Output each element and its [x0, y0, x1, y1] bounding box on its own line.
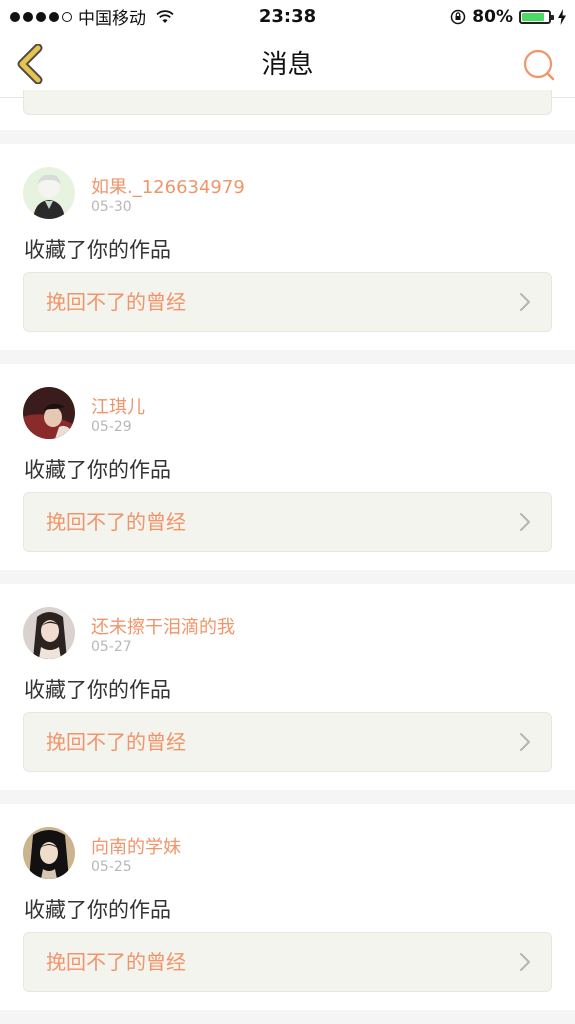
search-button[interactable]: [521, 47, 557, 83]
work-reference[interactable]: 挽回不了的曾经: [23, 932, 552, 992]
message-action: 收藏了你的作品: [24, 678, 171, 702]
chevron-right-icon: [520, 293, 530, 311]
previous-message-remnant: [0, 90, 575, 130]
avatar[interactable]: [23, 387, 75, 439]
battery-percent: 80%: [472, 6, 513, 27]
username[interactable]: 如果._126634979: [91, 173, 245, 199]
message-date: 05-29: [91, 419, 132, 435]
battery-icon: [519, 9, 554, 24]
card-separator: [0, 1010, 575, 1024]
chevron-right-icon: [520, 733, 530, 751]
message-action: 收藏了你的作品: [24, 898, 171, 922]
work-title: 挽回不了的曾经: [46, 290, 186, 314]
message-action: 收藏了你的作品: [24, 238, 171, 262]
work-reference[interactable]: 挽回不了的曾经: [23, 492, 552, 552]
charging-icon: [558, 8, 566, 25]
username[interactable]: 向南的学妹: [91, 833, 181, 859]
chevron-right-icon: [520, 513, 530, 531]
work-reference[interactable]: 挽回不了的曾经: [23, 712, 552, 772]
nav-bar: 消息: [0, 33, 575, 98]
message-date: 05-25: [91, 859, 132, 875]
work-reference-remnant[interactable]: [23, 90, 552, 115]
rotation-lock-icon: [451, 9, 466, 24]
avatar[interactable]: [23, 607, 75, 659]
chevron-right-icon: [520, 953, 530, 971]
work-title: 挽回不了的曾经: [46, 950, 186, 974]
card-separator: [0, 790, 575, 804]
avatar[interactable]: [23, 827, 75, 879]
battery-fill: [522, 12, 545, 21]
username[interactable]: 江琪儿: [91, 393, 145, 419]
avatar[interactable]: [23, 167, 75, 219]
status-right: 80%: [450, 0, 567, 33]
card-separator: [0, 130, 575, 144]
username[interactable]: 还未擦干泪滴的我: [91, 613, 235, 639]
screen: 中国移动 23:38 80% 消息 如果._126634979 05-30 收藏…: [0, 0, 575, 1024]
message-item: 向南的学妹 05-25 收藏了你的作品 挽回不了的曾经: [0, 804, 575, 1010]
message-list: 如果._126634979 05-30 收藏了你的作品 挽回不了的曾经 江琪儿 …: [0, 90, 575, 1024]
message-item: 还未擦干泪滴的我 05-27 收藏了你的作品 挽回不了的曾经: [0, 584, 575, 790]
card-separator: [0, 570, 575, 584]
work-title: 挽回不了的曾经: [46, 510, 186, 534]
page-title: 消息: [261, 50, 314, 80]
message-date: 05-27: [91, 639, 132, 655]
status-bar: 中国移动 23:38 80%: [0, 0, 575, 33]
message-item: 如果._126634979 05-30 收藏了你的作品 挽回不了的曾经: [0, 144, 575, 350]
message-item: 江琪儿 05-29 收藏了你的作品 挽回不了的曾经: [0, 364, 575, 570]
work-title: 挽回不了的曾经: [46, 730, 186, 754]
work-reference[interactable]: 挽回不了的曾经: [23, 272, 552, 332]
card-separator: [0, 350, 575, 364]
message-action: 收藏了你的作品: [24, 458, 171, 482]
message-date: 05-30: [91, 199, 132, 215]
